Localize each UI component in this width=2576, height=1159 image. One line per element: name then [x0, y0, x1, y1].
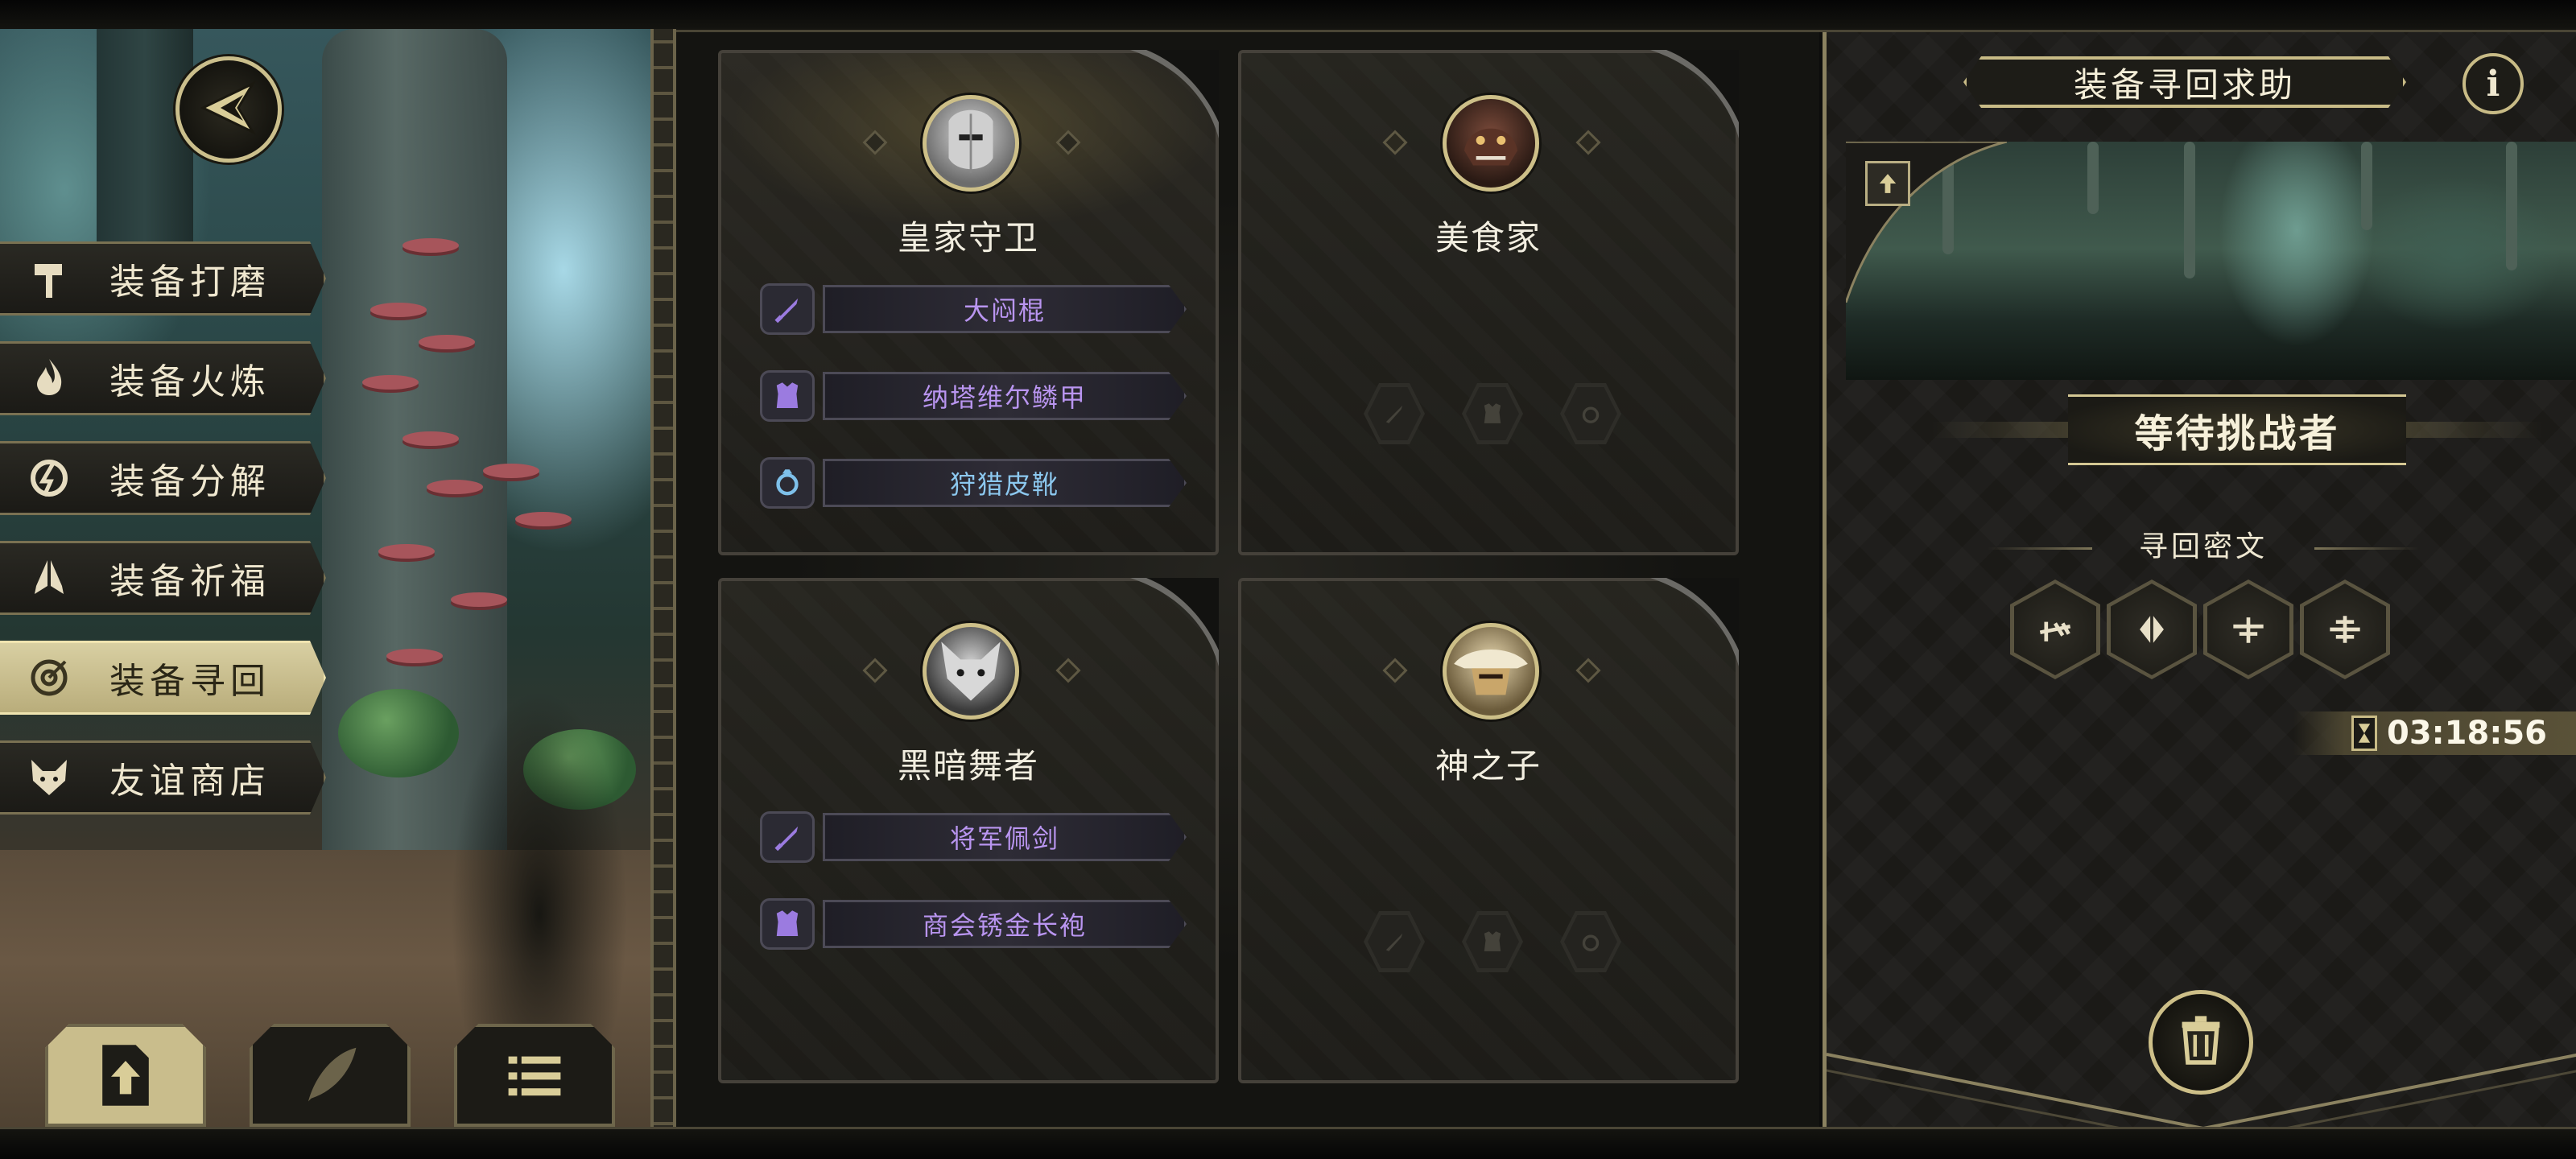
tab-list[interactable]	[454, 1024, 615, 1127]
upload-tag-icon	[1865, 161, 1910, 206]
info-icon: i	[2486, 63, 2500, 105]
menu-item-disassemble[interactable]: 装备分解	[0, 441, 326, 515]
item-name: 商会锈金长袍	[823, 900, 1187, 948]
character-name: 皇家守卫	[897, 218, 1039, 258]
ornament-diamond	[862, 130, 888, 155]
armor-icon	[760, 898, 815, 950]
ornament-diamond	[862, 658, 888, 683]
back-arrow-icon	[196, 76, 261, 143]
hammer-icon	[21, 250, 77, 307]
character-name: 神之子	[1435, 746, 1542, 786]
empty-armor-slot	[1462, 911, 1523, 972]
feather-icon	[282, 1035, 378, 1116]
ring-icon	[760, 457, 815, 509]
character-name: 美食家	[1435, 218, 1542, 258]
rune-4-icon	[2304, 584, 2386, 675]
menu-label: 装备分解	[109, 461, 270, 502]
trash-button[interactable]	[2149, 990, 2253, 1095]
tab-upload[interactable]	[45, 1024, 206, 1127]
menu-label: 装备打磨	[109, 262, 270, 303]
top-frame	[0, 0, 2576, 32]
upload-doc-icon	[77, 1035, 174, 1116]
item-name: 将军佩剑	[823, 813, 1187, 861]
rune-slot[interactable]	[2010, 580, 2100, 679]
rune-slot[interactable]	[2300, 580, 2390, 679]
sword-icon	[760, 283, 815, 335]
bottom-frame	[0, 1127, 2576, 1159]
rune-slot[interactable]	[2203, 580, 2293, 679]
ornament-diamond	[1055, 130, 1081, 155]
praying-hands-icon	[21, 550, 77, 606]
challenger-card[interactable]: 神之子	[1238, 578, 1739, 1083]
menu-item-bless[interactable]: 装备祈福	[0, 541, 326, 615]
dark-dancer-portrait	[923, 623, 1019, 720]
status-text: 等待挑战者	[2134, 411, 2340, 456]
menu-label: 装备寻回	[109, 661, 270, 702]
fox-icon	[21, 749, 77, 806]
ornament-diamond	[1575, 658, 1601, 683]
item-name: 狩猎皮靴	[823, 459, 1187, 507]
status-banner: 等待挑战者	[1931, 390, 2543, 470]
ornament-diamond	[1382, 130, 1408, 155]
rune-2-icon	[2111, 584, 2193, 675]
menu-label: 装备火炼	[109, 361, 270, 402]
disassemble-icon	[21, 450, 77, 506]
menu-label: 友谊商店	[109, 761, 270, 802]
rune-1-icon	[2014, 584, 2096, 675]
equipment-item[interactable]: 商会锈金长袍	[760, 898, 1187, 950]
character-name: 黑暗舞者	[897, 746, 1039, 786]
info-button[interactable]: i	[2462, 53, 2524, 114]
divider-line	[2314, 547, 2419, 550]
target-icon	[21, 650, 77, 706]
equipment-item[interactable]: 将军佩剑	[760, 811, 1187, 863]
equipment-item[interactable]: 大闷棍	[760, 283, 1187, 335]
cipher-title: 寻回密文	[2138, 530, 2268, 563]
panel-title: 装备寻回求助	[2073, 64, 2296, 105]
son-of-god-portrait	[1443, 623, 1539, 720]
armor-icon	[760, 370, 815, 422]
challenger-card[interactable]: 皇家守卫 大闷棍 纳塔维尔鳞甲 狩猎皮靴	[718, 50, 1219, 555]
menu-item-forge[interactable]: 装备火炼	[0, 341, 326, 415]
flame-icon	[21, 350, 77, 406]
menu-item-shop[interactable]: 友谊商店	[0, 740, 326, 815]
empty-armor-slot	[1462, 383, 1523, 444]
rune-slot[interactable]	[2107, 580, 2197, 679]
royal-guard-portrait	[923, 95, 1019, 192]
ornament-diamond	[1382, 658, 1408, 683]
equipment-item[interactable]: 狩猎皮靴	[760, 457, 1187, 509]
retrieve-panel: 装备寻回求助 i 等待挑战者 寻回密文 03:18:56	[1823, 32, 2576, 1128]
menu-item-retrieve[interactable]: 装备寻回	[0, 641, 326, 715]
ornament-diamond	[1055, 658, 1081, 683]
menu-label: 装备祈福	[109, 561, 270, 602]
empty-accessory-slot	[1560, 383, 1621, 444]
menu-item-polish[interactable]: 装备打磨	[0, 241, 326, 316]
empty-accessory-slot	[1560, 911, 1621, 972]
sword-icon	[760, 811, 815, 863]
panel-title-bar: 装备寻回求助	[1963, 56, 2406, 108]
empty-weapon-slot	[1364, 911, 1425, 972]
list-icon	[486, 1035, 583, 1116]
challenger-card[interactable]: 黑暗舞者 将军佩剑 商会锈金长袍	[718, 578, 1219, 1083]
back-button[interactable]	[175, 56, 282, 163]
gourmet-portrait	[1443, 95, 1539, 192]
item-name: 大闷棍	[823, 285, 1187, 333]
trash-icon	[2172, 1012, 2230, 1073]
countdown-timer: 03:18:56	[2293, 711, 2576, 755]
ornament-diamond	[1575, 130, 1601, 155]
hourglass-icon	[2351, 716, 2377, 751]
item-name: 纳塔维尔鳞甲	[823, 372, 1187, 420]
challenger-card[interactable]: 美食家	[1238, 50, 1739, 555]
equipment-item[interactable]: 纳塔维尔鳞甲	[760, 370, 1187, 422]
tab-feather[interactable]	[250, 1024, 411, 1127]
timer-text: 03:18:56	[2387, 715, 2547, 752]
forest-divider	[650, 29, 676, 1128]
rune-3-icon	[2207, 584, 2289, 675]
empty-weapon-slot	[1364, 383, 1425, 444]
